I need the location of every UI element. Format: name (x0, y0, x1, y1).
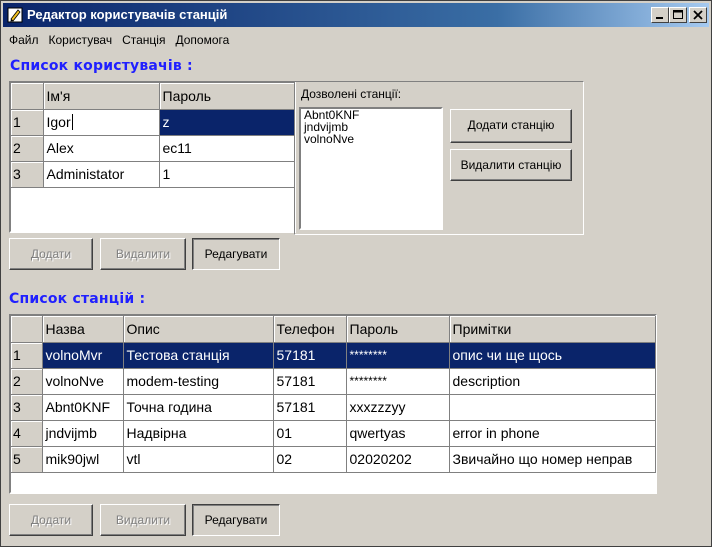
station-password-cell[interactable]: ******** (346, 342, 450, 369)
add-station-button[interactable]: Додати станцію (450, 109, 572, 143)
remove-user-button[interactable]: Видалити (100, 238, 186, 270)
station-description-cell[interactable]: Точна година (123, 394, 274, 421)
station-notes-cell[interactable] (449, 394, 656, 421)
edit-station-row-button[interactable]: Редагувати (192, 504, 280, 536)
station-notes-cell[interactable]: опис чи ще щось (449, 342, 656, 369)
menu-user[interactable]: Користувач (45, 32, 117, 48)
menu-bar: Файл Користувач Станція Допомога (5, 32, 235, 50)
station-password-cell[interactable]: xxxzzzyy (346, 394, 450, 421)
station-notes-cell[interactable]: Звичайно що номер неправ (449, 446, 656, 473)
pencil-app-icon (7, 7, 23, 23)
maximize-button[interactable] (669, 7, 687, 23)
user-password-cell[interactable]: z (159, 109, 295, 136)
station-phone-cell[interactable]: 57181 (273, 342, 347, 369)
row-number: 5 (11, 446, 43, 473)
users-header-row: Ім'я Пароль (11, 83, 295, 110)
add-user-button[interactable]: Додати (9, 238, 93, 270)
table-row[interactable]: 2 volnoNve modem-testing 57181 ******** … (11, 368, 656, 395)
minimize-icon (656, 17, 663, 19)
table-row[interactable]: 1 volnoMvr Тестова станція 57181 *******… (11, 342, 656, 369)
main-window: Редактор користувачів станцій Файл Корист… (0, 0, 712, 547)
row-number: 4 (11, 420, 43, 447)
menu-file[interactable]: Файл (5, 32, 43, 48)
table-row[interactable]: 3 Administator 1 (11, 161, 295, 188)
station-phone-cell[interactable]: 02 (273, 446, 347, 473)
list-item[interactable]: volnoNve (301, 133, 441, 145)
stations-col-notes[interactable]: Примітки (449, 316, 656, 343)
user-name-cell[interactable]: Igor (43, 109, 160, 136)
stations-table[interactable]: Назва Опис Телефон Пароль Примітки 1 vol… (9, 314, 657, 494)
user-password-cell[interactable]: 1 (159, 161, 295, 188)
remove-station-row-button[interactable]: Видалити (100, 504, 186, 536)
user-name-cell[interactable]: Administator (43, 161, 160, 188)
station-name-cell[interactable]: jndvijmb (42, 420, 124, 447)
edit-user-button[interactable]: Редагувати (192, 238, 280, 270)
table-row[interactable]: 1 Igor z (11, 109, 295, 136)
row-number: 1 (11, 109, 44, 136)
users-section-title: Список користувачів : (10, 58, 193, 74)
station-description-cell[interactable]: modem-testing (123, 368, 274, 395)
users-col-password[interactable]: Пароль (159, 83, 295, 110)
user-name-cell[interactable]: Alex (43, 135, 160, 162)
station-notes-cell[interactable]: description (449, 368, 656, 395)
station-description-cell[interactable]: vtl (123, 446, 274, 473)
station-description-cell[interactable]: Надвірна (123, 420, 274, 447)
row-number: 1 (11, 342, 43, 369)
station-phone-cell[interactable]: 57181 (273, 368, 347, 395)
users-col-name[interactable]: Ім'я (43, 83, 160, 110)
close-icon (693, 10, 703, 20)
stations-section-title: Список станцій : (9, 291, 146, 307)
stations-col-description[interactable]: Опис (123, 316, 274, 343)
maximize-icon (673, 10, 683, 19)
users-table[interactable]: Ім'я Пароль 1 Igor z 2 Alex ec11 3 Admin… (9, 81, 296, 233)
menu-station[interactable]: Станція (118, 32, 169, 48)
table-row[interactable]: 5 mik90jwl vtl 02 02020202 Звичайно що н… (11, 446, 656, 473)
users-corner-cell (11, 83, 44, 110)
row-number: 3 (11, 161, 44, 188)
menu-help[interactable]: Допомога (171, 32, 233, 48)
station-name-cell[interactable]: volnoMvr (42, 342, 124, 369)
remove-station-button[interactable]: Видалити станцію (450, 149, 572, 181)
close-button[interactable] (689, 7, 707, 23)
station-name-cell[interactable]: volnoNve (42, 368, 124, 395)
stations-col-phone[interactable]: Телефон (273, 316, 347, 343)
row-number: 3 (11, 394, 43, 421)
stations-col-name[interactable]: Назва (42, 316, 124, 343)
table-row[interactable]: 2 Alex ec11 (11, 135, 295, 162)
station-notes-cell[interactable]: error in phone (449, 420, 656, 447)
stations-header-row: Назва Опис Телефон Пароль Примітки (11, 316, 656, 343)
station-description-cell[interactable]: Тестова станція (123, 342, 274, 369)
add-station-row-button[interactable]: Додати (9, 504, 93, 536)
stations-corner-cell (11, 316, 43, 343)
table-row[interactable]: 4 jndvijmb Надвірна 01 qwertyas error in… (11, 420, 656, 447)
minimize-button[interactable] (651, 7, 669, 23)
title-bar[interactable]: Редактор користувачів станцій (3, 3, 709, 27)
station-name-cell[interactable]: Abnt0KNF (42, 394, 124, 421)
station-password-cell[interactable]: ******** (346, 368, 450, 395)
station-password-cell[interactable]: qwertyas (346, 420, 450, 447)
allowed-stations-label: Дозволені станції: (301, 87, 402, 101)
text-cursor (71, 114, 73, 130)
stations-col-password[interactable]: Пароль (346, 316, 450, 343)
row-number: 2 (11, 135, 44, 162)
user-password-cell[interactable]: ec11 (159, 135, 295, 162)
table-row[interactable]: 3 Abnt0KNF Точна година 57181 xxxzzzyy (11, 394, 656, 421)
row-number: 2 (11, 368, 43, 395)
allowed-stations-list[interactable]: Abnt0KNF jndvijmb volnoNve (299, 107, 443, 230)
station-phone-cell[interactable]: 57181 (273, 394, 347, 421)
station-name-cell[interactable]: mik90jwl (42, 446, 124, 473)
station-phone-cell[interactable]: 01 (273, 420, 347, 447)
window-title: Редактор користувачів станцій (27, 7, 228, 22)
station-password-cell[interactable]: 02020202 (346, 446, 450, 473)
